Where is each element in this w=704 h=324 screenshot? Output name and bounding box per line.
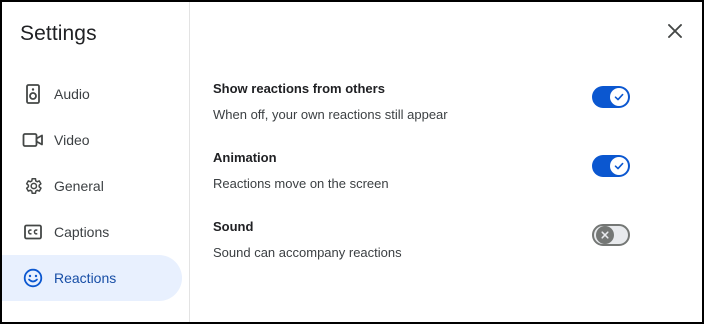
check-icon	[614, 93, 624, 101]
sound-toggle[interactable]	[592, 224, 630, 246]
toggle-knob	[596, 226, 614, 244]
close-icon	[668, 24, 682, 38]
setting-description: Sound can accompany reactions	[213, 245, 402, 260]
closed-captions-icon	[22, 221, 44, 243]
sidebar-item-label: Reactions	[54, 270, 117, 286]
setting-description: When off, your own reactions still appea…	[213, 107, 448, 122]
setting-sound: Sound Sound can accompany reactions	[213, 219, 653, 269]
setting-show-reactions: Show reactions from others When off, you…	[213, 81, 653, 131]
toggle-knob	[610, 157, 628, 175]
speaker-icon	[22, 83, 44, 105]
setting-animation: Animation Reactions move on the screen	[213, 150, 653, 200]
setting-description: Reactions move on the screen	[213, 176, 389, 191]
setting-title: Show reactions from others	[213, 81, 385, 96]
sidebar-item-captions[interactable]: Captions	[2, 209, 182, 255]
settings-nav: Audio Video General Captions Reactions	[2, 71, 190, 301]
sidebar-item-video[interactable]: Video	[2, 117, 182, 163]
settings-dialog: Settings Audio Video General Captions Re…	[0, 0, 704, 324]
show-reactions-toggle[interactable]	[592, 86, 630, 108]
settings-sidebar: Settings Audio Video General Captions Re…	[2, 2, 190, 322]
sidebar-item-audio[interactable]: Audio	[2, 71, 182, 117]
animation-toggle[interactable]	[592, 155, 630, 177]
setting-title: Sound	[213, 219, 254, 234]
dialog-title: Settings	[20, 22, 97, 45]
gear-icon	[22, 175, 44, 197]
check-icon	[614, 162, 624, 170]
sidebar-item-general[interactable]: General	[2, 163, 182, 209]
setting-title: Animation	[213, 150, 277, 165]
sidebar-item-label: General	[54, 178, 104, 194]
video-camera-icon	[22, 129, 44, 151]
sidebar-item-reactions[interactable]: Reactions	[2, 255, 182, 301]
sidebar-item-label: Video	[54, 132, 90, 148]
close-button[interactable]	[664, 20, 686, 42]
sidebar-item-label: Audio	[54, 86, 90, 102]
x-icon	[601, 231, 609, 239]
smiley-icon	[22, 267, 44, 289]
toggle-knob	[610, 88, 628, 106]
sidebar-item-label: Captions	[54, 224, 110, 240]
